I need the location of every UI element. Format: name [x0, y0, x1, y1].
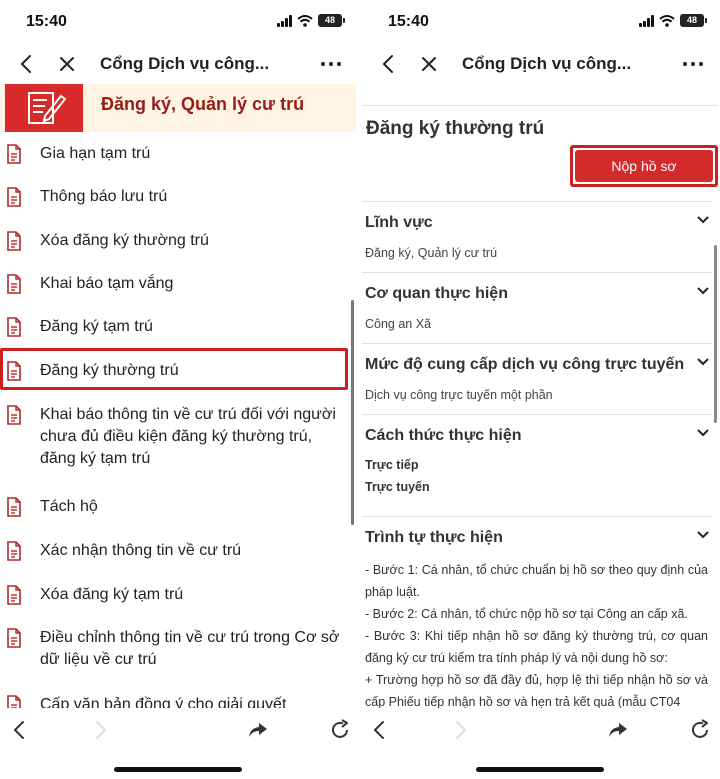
- document-icon: [7, 274, 21, 294]
- battery-icon: 48: [318, 14, 345, 27]
- list-item-label: Xóa đăng ký thường trú: [40, 232, 209, 249]
- list-item-label: Đăng ký tạm trú: [40, 318, 153, 335]
- status-bar: 15:40 48: [362, 0, 718, 44]
- form-edit-icon: [28, 92, 67, 124]
- home-indicator[interactable]: [114, 767, 242, 772]
- section-procedure[interactable]: Trình tự thực hiện - Bước 1: Cá nhân, tổ…: [362, 516, 712, 709]
- browser-toolbar: [0, 708, 356, 752]
- chevron-down-icon[interactable]: [696, 214, 710, 226]
- chevron-down-icon[interactable]: [696, 427, 710, 439]
- method-online: Trực tuyến: [365, 480, 430, 494]
- close-icon[interactable]: [418, 52, 440, 76]
- list-item-label: Gia hạn tạm trú: [40, 145, 151, 162]
- share-icon[interactable]: [246, 718, 270, 742]
- home-indicator[interactable]: [476, 767, 604, 772]
- section-method[interactable]: Cách thức thực hiện Trực tiếp Trực tuyến: [362, 414, 712, 516]
- status-time: 15:40: [26, 13, 67, 30]
- list-item-label: Thông báo lưu trú: [40, 188, 168, 205]
- submit-highlight: Nộp hồ sơ: [570, 145, 718, 187]
- wifi-icon: [297, 14, 313, 27]
- procedure-step: - Bước 3: Khi tiếp nhận hồ sơ đăng ký th…: [365, 629, 708, 665]
- document-icon: [7, 187, 21, 207]
- more-options-icon[interactable]: [318, 52, 344, 76]
- wifi-icon: [659, 14, 675, 27]
- list-item-label: Xóa đăng ký tạm trú: [40, 586, 184, 603]
- category-title: Đăng ký, Quản lý cư trú: [101, 94, 305, 114]
- header-divider: [362, 84, 718, 106]
- section-field[interactable]: Lĩnh vực Đăng ký, Quản lý cư trú: [362, 201, 712, 272]
- forward-arrow-icon[interactable]: [88, 718, 112, 742]
- page-title: Cổng Dịch vụ công...: [462, 54, 632, 73]
- back-chevron-icon[interactable]: [378, 52, 400, 76]
- method-in-person: Trực tiếp: [365, 458, 419, 472]
- list-item-label: Tách hộ: [40, 498, 98, 515]
- section-title: Lĩnh vực: [365, 214, 433, 231]
- browser-nav-bar: Cổng Dịch vụ công...: [0, 44, 356, 84]
- list-item-label: Khai báo thông tin về cư trú đối với ngư…: [40, 406, 336, 467]
- procedure-title: Đăng ký thường trú: [366, 118, 545, 139]
- list-item-label: Điều chỉnh thông tin về cư trú trong Cơ …: [40, 629, 340, 668]
- list-item-label: Xác nhận thông tin về cư trú: [40, 542, 242, 559]
- procedure-steps: - Bước 1: Cá nhân, tổ chức chuẩn bị hồ s…: [365, 559, 708, 713]
- cellular-signal-icon: [277, 14, 292, 27]
- refresh-icon[interactable]: [688, 718, 712, 742]
- browser-nav-bar: Cổng Dịch vụ công...: [362, 44, 718, 84]
- close-icon[interactable]: [56, 52, 78, 76]
- procedure-step: + Trường hợp hồ sơ đã đầy đủ, hợp lệ thì…: [365, 673, 708, 709]
- document-icon: [7, 405, 21, 425]
- procedure-step: - Bước 2: Cá nhân, tổ chức nộp hồ sơ tại…: [365, 607, 688, 621]
- procedure-step: - Bước 1: Cá nhân, tổ chức chuẩn bị hồ s…: [365, 563, 708, 599]
- section-title: Cách thức thực hiện: [365, 427, 522, 444]
- submit-application-button[interactable]: Nộp hồ sơ: [575, 150, 713, 182]
- back-arrow-icon[interactable]: [8, 718, 32, 742]
- document-icon: [7, 144, 21, 164]
- document-icon: [7, 231, 21, 251]
- back-arrow-icon[interactable]: [368, 718, 392, 742]
- scrollbar[interactable]: [714, 245, 717, 423]
- list-item-label: Khai báo tạm vắng: [40, 275, 174, 292]
- scrollbar[interactable]: [351, 300, 354, 525]
- forward-arrow-icon[interactable]: [448, 718, 472, 742]
- document-icon: [7, 541, 21, 561]
- document-icon: [7, 585, 21, 605]
- page-title: Cổng Dịch vụ công...: [100, 54, 270, 73]
- browser-toolbar: [362, 708, 718, 752]
- section-value: Đăng ký, Quản lý cư trú: [365, 246, 498, 260]
- more-options-icon[interactable]: [680, 52, 706, 76]
- section-service-level[interactable]: Mức độ cung cấp dịch vụ công trực tuyến …: [362, 343, 712, 414]
- document-icon: [7, 317, 21, 337]
- selected-item-highlight: [0, 348, 348, 390]
- section-agency[interactable]: Cơ quan thực hiện Công an Xã: [362, 272, 712, 343]
- chevron-down-icon[interactable]: [696, 285, 710, 297]
- section-value: Dịch vụ công trực tuyến một phần: [365, 388, 553, 402]
- chevron-down-icon[interactable]: [696, 356, 710, 368]
- cellular-signal-icon: [639, 14, 654, 27]
- right-screen: 15:40 48 Cổng Dịch vụ công... Đăng ký th…: [362, 0, 718, 779]
- back-chevron-icon[interactable]: [16, 52, 38, 76]
- refresh-icon[interactable]: [328, 718, 352, 742]
- share-icon[interactable]: [606, 718, 630, 742]
- status-time: 15:40: [388, 13, 429, 30]
- left-screen: 15:40 48 Cổng Dịch vụ công... Đăng ký, Q…: [0, 0, 356, 779]
- battery-icon: 48: [680, 14, 707, 27]
- document-icon: [7, 497, 21, 517]
- section-value: Công an Xã: [365, 317, 432, 331]
- section-title: Mức độ cung cấp dịch vụ công trực tuyến: [365, 356, 685, 373]
- document-icon: [7, 628, 21, 648]
- category-icon: [5, 84, 83, 132]
- section-title: Cơ quan thực hiện: [365, 285, 508, 302]
- chevron-down-icon[interactable]: [696, 529, 710, 541]
- section-title: Trình tự thực hiện: [365, 529, 503, 546]
- status-bar: 15:40 48: [0, 0, 356, 44]
